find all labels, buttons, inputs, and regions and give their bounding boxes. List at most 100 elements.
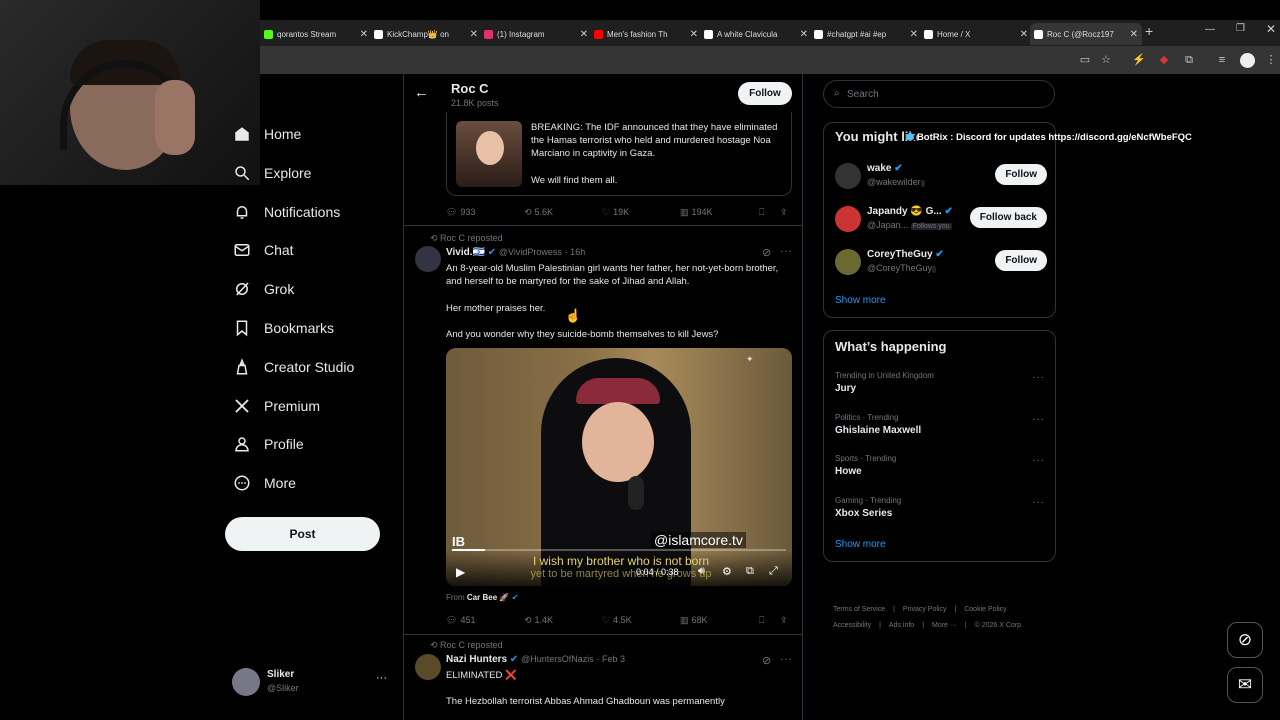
bookmark-button[interactable]: ⎕ bbox=[759, 207, 764, 218]
view-count: 194K bbox=[691, 207, 713, 217]
more-options-icon[interactable]: ··· bbox=[1032, 372, 1045, 383]
fullscreen-icon[interactable]: ⤢ bbox=[769, 565, 778, 578]
pip-icon[interactable]: ⧉ bbox=[746, 565, 754, 578]
footer-link[interactable]: Privacy Policy bbox=[903, 606, 947, 613]
trend-item[interactable]: Sports · Trending Howe ··· bbox=[824, 452, 1057, 490]
quoted-tweet-card[interactable]: BREAKING: The IDF announced that they ha… bbox=[446, 112, 792, 196]
profile-avatar[interactable] bbox=[1240, 53, 1255, 68]
footer-link[interactable]: Ads info bbox=[889, 622, 914, 629]
account-menu-icon[interactable]: ··· bbox=[376, 672, 387, 684]
browser-tab[interactable]: KickChamp👑 on ✕ bbox=[370, 23, 482, 45]
close-tab-icon[interactable]: ✕ bbox=[1020, 29, 1028, 40]
follow-button[interactable]: Follow bbox=[738, 82, 792, 105]
show-more-link[interactable]: Show more bbox=[835, 539, 886, 550]
browser-tab[interactable]: Men's fashion Th ✕ bbox=[590, 23, 702, 45]
back-arrow-icon[interactable]: ← bbox=[414, 84, 429, 101]
suggestion-row[interactable]: CoreyTheGuy ✔ @CoreyTheGuy Follow bbox=[824, 245, 1057, 285]
search-input[interactable]: ⌕ Search bbox=[823, 80, 1055, 108]
bookmark-button[interactable]: ⎕ bbox=[759, 615, 764, 626]
star-icon[interactable]: ☆ bbox=[1099, 53, 1113, 67]
video-player[interactable]: ✦ @islamcore.tv IB I wish my brother who… bbox=[446, 348, 792, 586]
more-options-icon[interactable]: ··· bbox=[780, 654, 793, 665]
more-options-icon[interactable]: ··· bbox=[1032, 414, 1045, 425]
cast-icon[interactable]: ▭ bbox=[1078, 53, 1092, 67]
avatar[interactable] bbox=[415, 246, 441, 272]
from-account[interactable]: Car Bee 🚀 bbox=[467, 593, 509, 602]
browser-tab[interactable]: #chatgpt #ai #ep ✕ bbox=[810, 23, 922, 45]
avatar[interactable] bbox=[415, 654, 441, 680]
nav-item-chat[interactable]: Chat bbox=[233, 233, 403, 267]
footer-link[interactable]: Terms of Service bbox=[833, 606, 885, 613]
footer-link[interactable]: © 2026 X Corp. bbox=[975, 622, 1023, 629]
views-button[interactable]: ▥ 68K bbox=[680, 615, 708, 626]
suggestion-row[interactable]: Japandy 😎 G... ✔ @Japan... Follows you Fol… bbox=[824, 202, 1057, 242]
nav-item-grok[interactable]: Grok bbox=[233, 272, 403, 306]
tweet-author[interactable]: Nazi Hunters ✔ @HuntersOfNazis · Feb 3 bbox=[446, 654, 625, 665]
footer-link[interactable]: More ··· bbox=[932, 622, 957, 629]
grok-icon[interactable]: ⊘ bbox=[762, 246, 771, 259]
repost-button[interactable]: ⟲ 1.4K bbox=[524, 615, 553, 626]
grok-icon[interactable]: ⊘ bbox=[762, 654, 771, 667]
browser-tab[interactable]: qorantos Stream ✕ bbox=[260, 23, 372, 45]
share-button[interactable]: ⇪ bbox=[780, 615, 788, 626]
nav-item-notifications[interactable]: Notifications bbox=[233, 195, 403, 229]
close-tab-icon[interactable]: ✕ bbox=[360, 29, 368, 40]
nav-item-profile[interactable]: Profile bbox=[233, 427, 403, 461]
messages-fab-icon[interactable]: ✉ bbox=[1227, 667, 1263, 703]
new-tab-button[interactable]: + bbox=[1145, 23, 1153, 39]
settings-icon[interactable]: ⚙ bbox=[722, 565, 732, 578]
reading-list-icon[interactable]: ≡ bbox=[1215, 53, 1229, 67]
video-progress-track[interactable] bbox=[452, 549, 786, 551]
follow-button[interactable]: Follow bbox=[995, 250, 1047, 271]
puzzle-icon[interactable]: ⧉ bbox=[1182, 53, 1196, 67]
tweet-author[interactable]: Vivid.🇮🇱 ✔ @VividProwess · 16h bbox=[446, 247, 585, 258]
close-window-button[interactable]: ✕ bbox=[1266, 22, 1276, 36]
account-switcher[interactable]: Sliker @Sliker ··· bbox=[230, 666, 390, 700]
restore-button[interactable]: ❐ bbox=[1236, 23, 1245, 34]
quoted-tweet-image[interactable] bbox=[456, 121, 522, 187]
nav-item-premium[interactable]: Premium bbox=[233, 389, 403, 423]
trend-item[interactable]: Politics · Trending Ghislaine Maxwell ··· bbox=[824, 411, 1057, 449]
grok-fab-icon[interactable]: ⊘ bbox=[1227, 622, 1263, 658]
follow-button[interactable]: Follow back bbox=[969, 207, 1047, 228]
volume-icon[interactable]: 🔊︎ bbox=[698, 565, 705, 578]
play-icon[interactable]: ▶ bbox=[456, 565, 465, 579]
extension-icon[interactable]: ◆ bbox=[1157, 53, 1171, 67]
nav-item-creator-studio[interactable]: Creator Studio bbox=[233, 350, 403, 384]
nav-item-bookmarks[interactable]: Bookmarks bbox=[233, 311, 403, 345]
reply-button[interactable]: 💬︎ 451 bbox=[446, 615, 475, 626]
views-button[interactable]: ▥ 194K bbox=[680, 207, 713, 218]
close-tab-icon[interactable]: ✕ bbox=[910, 29, 918, 40]
repost-button[interactable]: ⟲ 5.6K bbox=[524, 207, 553, 218]
show-more-link[interactable]: Show more bbox=[835, 295, 886, 306]
close-tab-icon[interactable]: ✕ bbox=[470, 29, 478, 40]
share-button[interactable]: ⇪ bbox=[780, 207, 788, 218]
more-options-icon[interactable]: ··· bbox=[780, 246, 793, 257]
like-button[interactable]: ♡ 4.5K bbox=[602, 615, 632, 626]
like-button[interactable]: ♡ 19K bbox=[602, 207, 629, 218]
more-options-icon[interactable]: ··· bbox=[1032, 497, 1045, 508]
close-tab-icon[interactable]: ✕ bbox=[800, 29, 808, 40]
trend-item[interactable]: Gaming · Trending Xbox Series ··· bbox=[824, 494, 1057, 532]
close-tab-icon[interactable]: ✕ bbox=[1130, 29, 1138, 40]
reply-button[interactable]: 💬︎ 933 bbox=[446, 207, 475, 218]
footer-link[interactable]: Cookie Policy bbox=[964, 606, 1006, 613]
browser-tab[interactable]: (1) Instagram ✕ bbox=[480, 23, 592, 45]
close-tab-icon[interactable]: ✕ bbox=[580, 29, 588, 40]
post-button[interactable]: Post bbox=[225, 517, 380, 551]
nav-item-home[interactable]: Home bbox=[233, 117, 403, 151]
minimize-button[interactable]: — bbox=[1205, 24, 1215, 35]
more-options-icon[interactable]: ··· bbox=[1032, 455, 1045, 466]
close-tab-icon[interactable]: ✕ bbox=[690, 29, 698, 40]
suggestion-row[interactable]: wake ✔ @wakewilder Follow bbox=[824, 159, 1057, 199]
follow-button[interactable]: Follow bbox=[995, 164, 1047, 185]
kebab-menu-icon[interactable]: ⋮ bbox=[1264, 53, 1278, 67]
footer-link[interactable]: Accessibility bbox=[833, 622, 871, 629]
nav-item-explore[interactable]: Explore bbox=[233, 156, 403, 190]
browser-tab[interactable]: Home / X ✕ bbox=[920, 23, 1032, 45]
nav-item-more[interactable]: More bbox=[233, 466, 403, 500]
trend-item[interactable]: Trending in United Kingdom Jury ··· bbox=[824, 369, 1057, 407]
browser-tab[interactable]: A white Clavicula ✕ bbox=[700, 23, 812, 45]
extension-icon[interactable]: ⚡ bbox=[1132, 53, 1146, 67]
browser-tab[interactable]: Roc C (@Rocz197 ✕ bbox=[1030, 23, 1142, 45]
